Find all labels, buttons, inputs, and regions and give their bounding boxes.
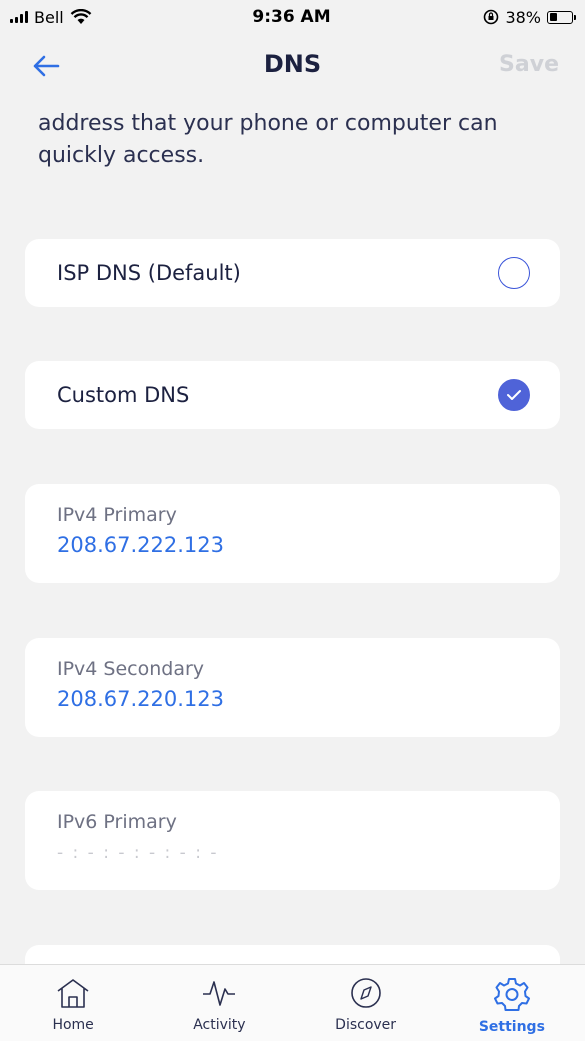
option-label: Custom DNS bbox=[57, 383, 190, 407]
checkmark-icon bbox=[507, 390, 521, 400]
settings-content[interactable]: address that your phone or computer can … bbox=[0, 98, 585, 964]
ipv4-primary-field[interactable]: IPv4 Primary 208.67.222.123 bbox=[25, 484, 560, 583]
activity-icon bbox=[203, 981, 236, 1006]
home-icon bbox=[57, 979, 89, 1008]
field-label: IPv4 Primary bbox=[57, 504, 177, 526]
field-label: IPv6 Primary bbox=[57, 811, 177, 833]
compass-icon bbox=[350, 978, 381, 1008]
carrier-name: Bell bbox=[34, 7, 64, 27]
option-isp-dns[interactable]: ISP DNS (Default) bbox=[25, 239, 560, 307]
tab-activity[interactable]: Activity bbox=[146, 965, 292, 1041]
field-label: IPv4 Secondary bbox=[57, 658, 205, 680]
option-custom-dns[interactable]: Custom DNS bbox=[25, 361, 560, 429]
save-button[interactable]: Save bbox=[499, 52, 559, 77]
tab-label: Home bbox=[52, 1017, 94, 1033]
radio-checked-icon[interactable] bbox=[498, 379, 530, 411]
tab-label: Settings bbox=[478, 1019, 545, 1035]
tab-label: Activity bbox=[193, 1017, 246, 1033]
field-placeholder[interactable]: - : - : - : - : - : - bbox=[57, 843, 528, 863]
battery-percent: 38% bbox=[505, 7, 541, 27]
gear-icon bbox=[493, 978, 530, 1011]
radio-unchecked-icon[interactable] bbox=[498, 257, 530, 289]
battery-icon bbox=[547, 10, 576, 24]
ipv6-secondary-field[interactable] bbox=[25, 945, 560, 964]
tab-discover[interactable]: Discover bbox=[293, 965, 439, 1041]
dns-description: address that your phone or computer can … bbox=[38, 111, 498, 168]
tab-bar: Home Activity Discover Settings bbox=[0, 964, 585, 1041]
field-value[interactable]: 208.67.222.123 bbox=[57, 533, 528, 557]
page-title: DNS bbox=[263, 50, 322, 78]
status-left: Bell bbox=[10, 8, 210, 27]
nav-bar: DNS Save bbox=[0, 34, 585, 98]
tab-label: Discover bbox=[335, 1017, 397, 1033]
ipv4-secondary-field[interactable]: IPv4 Secondary 208.67.220.123 bbox=[25, 638, 560, 737]
field-value[interactable]: 208.67.220.123 bbox=[57, 687, 528, 711]
option-label: ISP DNS (Default) bbox=[57, 261, 241, 285]
wifi-icon bbox=[70, 9, 92, 24]
status-right: 38% bbox=[373, 7, 576, 27]
orientation-lock-icon bbox=[484, 9, 499, 25]
status-time: 9:36 AM bbox=[252, 7, 331, 27]
ipv6-primary-field[interactable]: IPv6 Primary - : - : - : - : - : - bbox=[25, 791, 560, 890]
tab-settings[interactable]: Settings bbox=[439, 965, 585, 1041]
cell-signal-icon bbox=[10, 11, 28, 23]
tab-home[interactable]: Home bbox=[0, 965, 146, 1041]
status-bar: Bell 9:36 AM 38% bbox=[0, 0, 585, 34]
